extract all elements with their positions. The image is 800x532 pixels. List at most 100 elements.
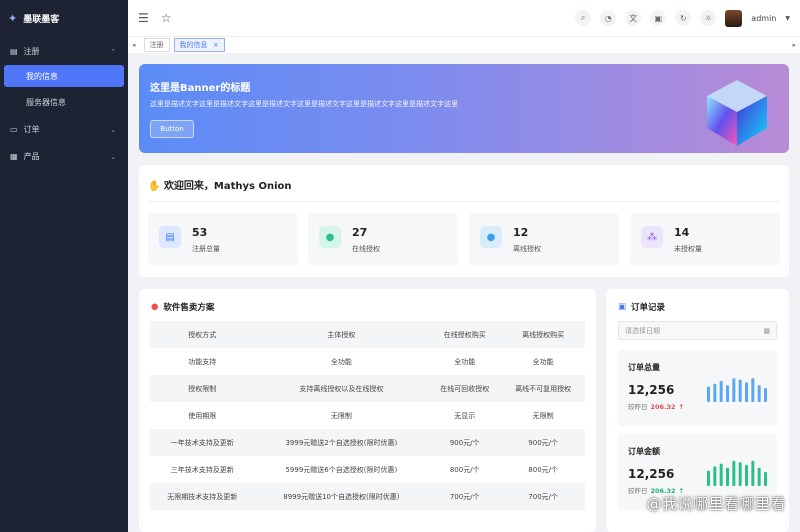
welcome-heading: ✋ 欢迎回来，Mathys Onion bbox=[148, 177, 292, 192]
compare-label: 较昨日 bbox=[628, 487, 648, 495]
table-cell: 全功能 bbox=[454, 357, 476, 366]
avatar[interactable] bbox=[725, 9, 743, 27]
orders-heading: ▣ 订单记录 bbox=[618, 301, 665, 313]
mini-bar bbox=[719, 463, 723, 486]
date-placeholder: 请选择日期 bbox=[625, 326, 660, 335]
tab-register[interactable]: 注册 bbox=[143, 38, 170, 52]
search-icon[interactable]: ⌕ bbox=[575, 10, 592, 26]
sales-heading: ● 软件售卖方案 bbox=[151, 301, 214, 313]
table-cell: 8999元赠送10个自选授权(限时优惠) bbox=[254, 483, 429, 510]
bell-icon[interactable]: ◔ bbox=[600, 10, 617, 26]
table-row: 授权限制 支持离线授权以及在线授权 在线可回收授权 离线不可复用授权 bbox=[150, 375, 585, 402]
wallet-icon[interactable]: ▣ bbox=[650, 10, 667, 26]
star-icon[interactable]: ☆ bbox=[161, 11, 172, 25]
mini-bar bbox=[732, 378, 736, 402]
table-cell: 在线可回收授权 bbox=[428, 375, 502, 402]
register-icon: ▤ bbox=[159, 226, 181, 248]
banner-title: 这里是Banner的标题 bbox=[150, 83, 251, 94]
table-cell: 全功能 bbox=[532, 357, 554, 366]
table-cell: 800元/个 bbox=[449, 465, 480, 474]
mini-bar bbox=[757, 385, 761, 402]
user-name[interactable]: admin bbox=[751, 14, 776, 23]
theme-sun-icon[interactable]: ☼ bbox=[700, 10, 717, 26]
user-online-icon: ● bbox=[319, 226, 341, 248]
arrow-up-icon: ↑ bbox=[678, 403, 685, 411]
table-cell: 授权限制 bbox=[150, 375, 255, 402]
translate-icon[interactable]: 文 bbox=[625, 10, 642, 26]
stat-card: ● 27 在线授权 bbox=[308, 213, 458, 266]
stat-value: 27 bbox=[352, 226, 368, 239]
table-cell: 三年技术支持及更新 bbox=[170, 465, 234, 474]
chevron-down-icon: ⌄ bbox=[110, 125, 116, 134]
sales-table: 授权方式 主体授权 在线授权购买 离线授权购买 功能支持 全功能 全功能 全功能 授权限制 支持离… bbox=[150, 321, 585, 510]
mini-bar bbox=[751, 378, 755, 402]
table-cell: 使用期限 bbox=[188, 411, 217, 420]
grid-icon: ▦ bbox=[10, 152, 18, 161]
table-cell: 900元/个 bbox=[501, 429, 585, 456]
close-icon[interactable]: × bbox=[213, 41, 219, 49]
welcome-card: ✋ 欢迎回来，Mathys Onion ▤ 53 注册总量 ● 27 在线授权 … bbox=[139, 165, 789, 277]
stat-label: 未授权量 bbox=[674, 245, 702, 253]
order-total-card: 订单总量 12,256 较昨日 206.32 ↑ bbox=[618, 350, 777, 426]
mini-bar bbox=[719, 381, 723, 402]
card-title: 订单总量 bbox=[628, 363, 660, 372]
banner: 这里是Banner的标题 这里是描述文字这里是描述文字这里是描述文字这里是描述文… bbox=[139, 64, 789, 153]
table-cell: 700元/个 bbox=[428, 483, 502, 510]
card-value: 12,256 bbox=[628, 467, 675, 481]
calendar-icon: ▦ bbox=[763, 326, 770, 335]
table-cell: 主体授权 bbox=[254, 321, 429, 348]
order-amount-bars bbox=[707, 460, 767, 486]
refresh-icon[interactable]: ↻ bbox=[675, 10, 692, 26]
banner-button[interactable]: Button bbox=[150, 120, 194, 138]
table-cell: 无限制 bbox=[330, 411, 352, 420]
tab-scroll-right-icon[interactable]: ▸ bbox=[792, 41, 796, 49]
caret-down-icon[interactable]: ▼ bbox=[785, 15, 790, 22]
table-cell: 在线授权购买 bbox=[428, 321, 502, 348]
app-logo[interactable]: ✦ 墨联墨客 bbox=[0, 0, 128, 36]
logo-text: 墨联墨客 bbox=[23, 14, 60, 25]
stat-value: 53 bbox=[192, 226, 208, 239]
table-row: 授权方式 主体授权 在线授权购买 离线授权购买 bbox=[150, 321, 585, 348]
table-cell: 功能支持 bbox=[188, 357, 217, 366]
user-offline-icon: ● bbox=[480, 226, 502, 248]
top-header: ☰ ☆ ⌕ ◔ 文 ▣ ↻ ☼ admin ▼ bbox=[128, 0, 800, 36]
mini-bar bbox=[764, 472, 767, 486]
sales-title: 软件售卖方案 bbox=[163, 303, 215, 313]
sales-plan-card: ● 软件售卖方案 授权方式 主体授权 在线授权购买 离线授权购买 功能支持 全功能 全功能 全… bbox=[139, 289, 596, 532]
mini-bar bbox=[738, 462, 742, 486]
card-compare: 较昨日 206.32 ↑ bbox=[628, 401, 684, 411]
tab-my-info[interactable]: 我的信息 × bbox=[173, 38, 225, 52]
sidebar-group-products[interactable]: ▦ 产品 ⌄ bbox=[0, 143, 128, 170]
stat-label: 在线授权 bbox=[352, 245, 380, 253]
table-cell: 离线不可复用授权 bbox=[501, 375, 585, 402]
sidebar: ✦ 墨联墨客 ▤ 注册 ⌃ 我的信息 服务器信息 ▭ 订单 ⌄ ▦ 产品 ⌄ bbox=[0, 0, 128, 532]
table-cell: 离线授权购买 bbox=[501, 321, 585, 348]
table-cell: 一年技术支持及更新 bbox=[150, 429, 255, 456]
header-actions: ⌕ ◔ 文 ▣ ↻ ☼ admin ▼ bbox=[575, 0, 790, 36]
sidebar-group-register[interactable]: ▤ 注册 ⌃ bbox=[0, 38, 128, 65]
clap-icon: ✋ bbox=[148, 181, 161, 192]
mini-bar bbox=[732, 460, 736, 486]
tab-scroll-left-icon[interactable]: ◂ bbox=[132, 41, 136, 49]
sidebar-item-my-info[interactable]: 我的信息 bbox=[4, 65, 124, 87]
sidebar-group-label: 注册 bbox=[23, 47, 40, 56]
stat-card: ⁂ 14 未授权量 bbox=[630, 213, 780, 266]
table-cell: 支持离线授权以及在线授权 bbox=[254, 375, 429, 402]
date-picker[interactable]: 请选择日期 ▦ bbox=[618, 321, 777, 340]
table-cell: 无显示 bbox=[454, 411, 476, 420]
cluster-icon: ⁂ bbox=[641, 226, 663, 248]
divider bbox=[148, 201, 780, 202]
mini-bar bbox=[745, 382, 748, 402]
table-cell: 无限期技术支持及更新 bbox=[150, 483, 255, 510]
mini-bar bbox=[726, 385, 729, 402]
menu-fold-icon[interactable]: ☰ bbox=[138, 11, 149, 25]
server-icon: ▤ bbox=[10, 47, 18, 56]
card-icon: ▭ bbox=[10, 125, 18, 134]
mini-bar bbox=[751, 460, 755, 486]
mini-bar bbox=[764, 388, 767, 402]
card-value: 12,256 bbox=[628, 383, 675, 397]
sidebar-group-orders[interactable]: ▭ 订单 ⌄ bbox=[0, 116, 128, 143]
order-total-bars bbox=[707, 378, 767, 402]
sidebar-item-server-info[interactable]: 服务器信息 bbox=[0, 89, 128, 116]
card-title: 订单金额 bbox=[628, 447, 660, 456]
